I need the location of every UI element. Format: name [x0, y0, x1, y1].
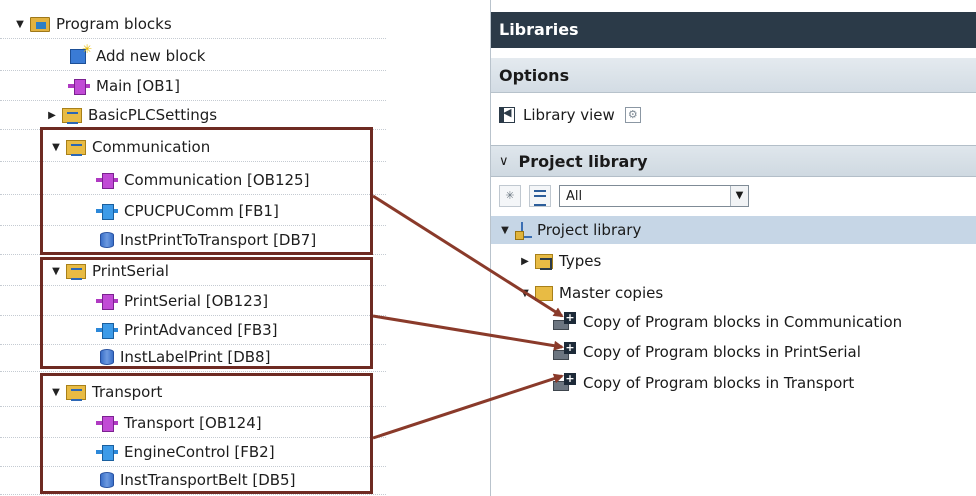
communication-group-highlight: [40, 127, 373, 255]
tree-label: Program blocks: [56, 15, 172, 33]
project-library-icon: [515, 222, 532, 240]
tree-label: Add new block: [96, 47, 206, 65]
library-view-row[interactable]: Library view ⚙: [491, 100, 976, 130]
expand-arrow-icon[interactable]: ▶: [46, 110, 58, 121]
lib-node-copy-transport[interactable]: Copy of Program blocks in Transport: [491, 369, 976, 397]
transport-group-highlight: [40, 373, 373, 494]
options-section[interactable]: Options: [491, 58, 976, 93]
types-folder-icon: [535, 253, 553, 270]
tree-node-add-new-block[interactable]: Add new block: [0, 42, 386, 71]
tree-label: BasicPLCSettings: [88, 106, 218, 124]
program-blocks-icon: [30, 16, 50, 32]
filter-select-value: All: [566, 188, 583, 204]
libraries-title: Libraries: [491, 12, 976, 48]
lib-node-label: Copy of Program blocks in Transport: [583, 374, 855, 392]
master-copy-icon: [553, 373, 577, 391]
master-copy-icon: [553, 342, 577, 360]
expand-arrow-icon[interactable]: ▶: [519, 256, 531, 267]
ob-block-icon: [68, 79, 90, 95]
lib-node-project-library[interactable]: ▼ Project library: [491, 216, 976, 244]
tree-label: Main [OB1]: [96, 77, 180, 95]
lib-node-label: Project library: [537, 221, 642, 239]
lib-node-types[interactable]: ▶ Types: [491, 247, 976, 275]
library-view-label[interactable]: Library view: [523, 106, 615, 124]
collapse-arrow-icon[interactable]: ▼: [499, 225, 511, 236]
printserial-group-highlight: [40, 257, 373, 369]
list-view-icon[interactable]: [529, 185, 551, 207]
project-library-section-header[interactable]: ∨ Project library: [491, 145, 976, 177]
library-view-icon[interactable]: [499, 106, 515, 123]
collapse-arrow-icon[interactable]: ▼: [519, 288, 531, 299]
project-library-toolbar: ✳ All ▼: [491, 180, 976, 212]
project-library-section-title: Project library: [518, 151, 648, 171]
lib-node-label: Types: [559, 252, 602, 270]
filter-select[interactable]: All ▼: [559, 185, 749, 207]
master-copy-icon: [553, 312, 577, 330]
new-item-icon[interactable]: ✳: [499, 185, 521, 207]
tree-node-main[interactable]: Main [OB1]: [0, 72, 386, 101]
lib-node-copy-printserial[interactable]: Copy of Program blocks in PrintSerial: [491, 338, 976, 366]
add-block-icon: [70, 42, 92, 64]
collapse-arrow-icon[interactable]: ▼: [14, 19, 26, 30]
lib-node-label: Copy of Program blocks in PrintSerial: [583, 343, 861, 361]
dropdown-arrow-icon[interactable]: ▼: [730, 186, 748, 206]
tree-node-program-blocks[interactable]: ▼ Program blocks: [0, 10, 386, 39]
lib-node-label: Master copies: [559, 284, 664, 302]
group-folder-icon: [62, 107, 82, 124]
library-settings-icon[interactable]: ⚙: [624, 107, 641, 123]
lib-node-copy-communication[interactable]: Copy of Program blocks in Communication: [491, 308, 976, 336]
chevron-down-icon[interactable]: ∨: [499, 154, 509, 169]
libraries-panel: Libraries Options Library view ⚙ ∨ Proje…: [490, 0, 976, 496]
lib-node-master-copies[interactable]: ▼ Master copies: [491, 279, 976, 307]
project-tree-panel: ▼ Program blocks Add new block Main [OB1…: [0, 0, 386, 496]
lib-node-label: Copy of Program blocks in Communication: [583, 313, 903, 331]
tree-node-basicplcsettings[interactable]: ▶ BasicPLCSettings: [0, 101, 386, 130]
master-copies-folder-icon: [535, 285, 553, 301]
